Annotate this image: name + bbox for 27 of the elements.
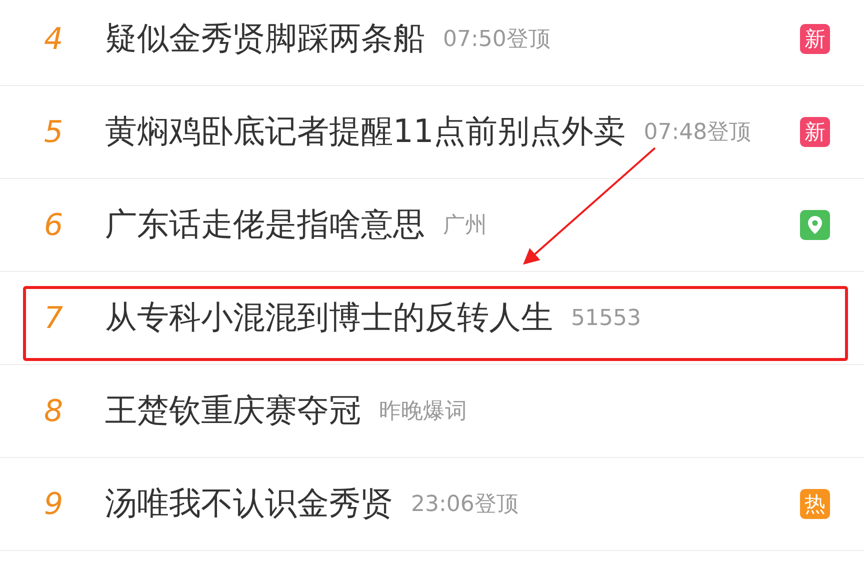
rank-number: 7	[44, 300, 64, 336]
trending-row[interactable]: 6 广东话走佬是指啥意思 广州	[0, 179, 864, 272]
topic-title: 疑似金秀贤脚踩两条船	[105, 18, 425, 59]
rank-number: 9	[44, 486, 64, 522]
trending-row[interactable]: 5 黄焖鸡卧底记者提醒11点前别点外卖 07:48登顶 新	[0, 86, 864, 179]
rank-number: 5	[44, 114, 64, 150]
topic-title: 广东话走佬是指啥意思	[105, 204, 425, 245]
topic-title: 从专科小混混到博士的反转人生	[105, 297, 553, 338]
topic-title: 黄焖鸡卧底记者提醒11点前别点外卖	[105, 111, 626, 152]
trending-row[interactable]: 7 从专科小混混到博士的反转人生 51553	[0, 272, 864, 365]
topic-meta: 23:06登顶	[411, 492, 518, 517]
rank-number: 8	[44, 394, 64, 428]
topic-title: 王楚钦重庆赛夺冠	[105, 390, 361, 431]
topic-meta: 51553	[571, 306, 641, 330]
rank-number: 4	[44, 22, 64, 56]
tag-badge: 新	[800, 24, 830, 54]
topic-title: 汤唯我不认识金秀贤	[105, 483, 393, 524]
tag-badge: 热	[800, 489, 830, 519]
topic-meta: 07:48登顶	[644, 120, 752, 145]
tag-badge: 新	[800, 117, 830, 147]
topic-meta: 广州	[443, 213, 487, 238]
topic-meta: 07:50登顶	[443, 27, 550, 52]
rank-number: 6	[44, 208, 64, 242]
topic-meta: 昨晚爆词	[379, 399, 467, 424]
trending-row[interactable]: 4 疑似金秀贤脚踩两条船 07:50登顶 新	[0, 0, 864, 86]
trending-row[interactable]: 9 汤唯我不认识金秀贤 23:06登顶 热	[0, 458, 864, 551]
trending-row[interactable]: 8 王楚钦重庆赛夺冠 昨晚爆词	[0, 365, 864, 458]
